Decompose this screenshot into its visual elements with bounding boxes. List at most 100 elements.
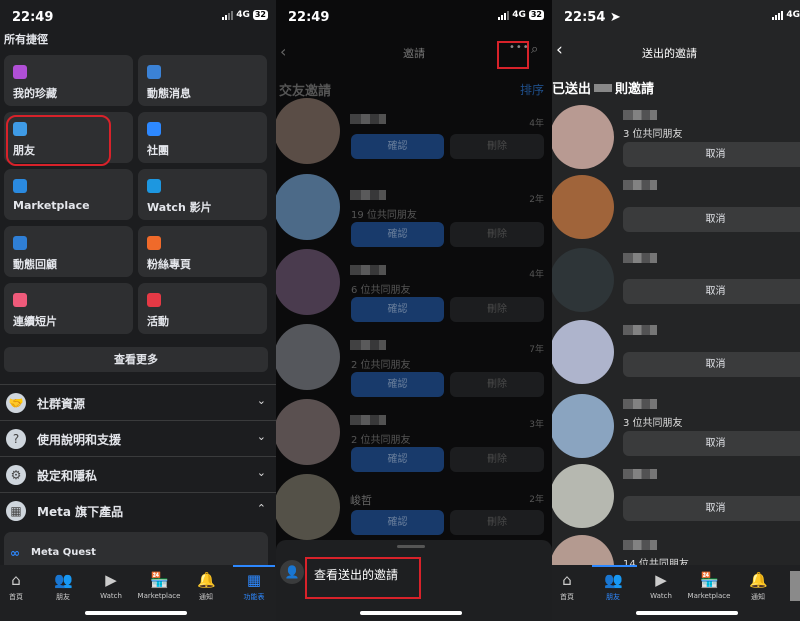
search-icon[interactable]: ⌕ bbox=[531, 42, 538, 57]
avatar[interactable] bbox=[552, 320, 614, 384]
avatar[interactable] bbox=[552, 175, 614, 239]
delete-button[interactable]: 刪除 bbox=[450, 372, 544, 397]
avatar[interactable] bbox=[276, 98, 340, 164]
tab-bell[interactable]: 🔔 通知 bbox=[735, 571, 781, 602]
shortcut-memories[interactable]: 動態回顧 bbox=[4, 226, 133, 277]
see-more-button[interactable]: 查看更多 bbox=[4, 347, 268, 372]
shortcut-label: 活動 bbox=[147, 315, 169, 328]
chevron-icon[interactable]: ⌄ bbox=[257, 466, 266, 479]
avatar[interactable] bbox=[276, 324, 340, 390]
redacted-name bbox=[623, 399, 657, 409]
tab-friends[interactable]: 👥 朋友 bbox=[590, 571, 636, 602]
bell-icon: 🔔 bbox=[749, 571, 768, 589]
tab-label: 朋友 bbox=[56, 593, 70, 601]
delete-button[interactable]: 刪除 bbox=[450, 222, 544, 247]
sent-count: 已送出 則邀請 bbox=[552, 78, 654, 97]
confirm-button[interactable]: 確認 bbox=[351, 134, 444, 159]
section-2[interactable]: ⚙ 設定和隱私 ⌄ bbox=[0, 456, 276, 492]
chevron-icon[interactable]: ⌃ bbox=[257, 502, 266, 515]
shortcut-groups[interactable]: 社團 bbox=[138, 112, 267, 163]
cancel-request-button[interactable]: 取消 bbox=[623, 279, 800, 304]
avatar[interactable] bbox=[276, 249, 340, 315]
chevron-icon[interactable]: ⌄ bbox=[257, 394, 266, 407]
avatar[interactable] bbox=[276, 399, 340, 465]
signal-icon bbox=[498, 10, 510, 20]
section-1[interactable]: ? 使用說明和支援 ⌄ bbox=[0, 420, 276, 456]
header-title: 送出的邀請 bbox=[642, 47, 697, 60]
home-icon: ⌂ bbox=[562, 571, 572, 589]
tab-friends[interactable]: 👥 朋友 bbox=[40, 571, 86, 602]
redacted-name bbox=[350, 340, 386, 350]
add-friend-icon: 👤 bbox=[280, 560, 304, 584]
tab-label: 功能表 bbox=[243, 593, 265, 601]
help-icon: ? bbox=[6, 429, 26, 449]
marketplace-icon: 🏪 bbox=[700, 571, 719, 589]
tab-home[interactable]: ⌂ 首頁 bbox=[552, 571, 590, 602]
avatar[interactable] bbox=[552, 394, 614, 458]
sort-link[interactable]: 排序 bbox=[520, 81, 544, 98]
feed-icon bbox=[147, 65, 161, 79]
delete-button[interactable]: 刪除 bbox=[450, 134, 544, 159]
redacted-name bbox=[623, 469, 657, 479]
avatar[interactable] bbox=[552, 105, 614, 169]
delete-button[interactable]: 刪除 bbox=[450, 447, 544, 472]
redacted-name bbox=[350, 415, 386, 425]
avatar[interactable] bbox=[276, 474, 340, 540]
mutual-friends: 2 位共同朋友 bbox=[351, 435, 411, 446]
tab-bell[interactable]: 🔔 通知 bbox=[183, 571, 229, 602]
section-0[interactable]: 🤝 社群資源 ⌄ bbox=[0, 384, 276, 420]
profile-avatar-icon[interactable] bbox=[790, 571, 800, 601]
shortcut-marketplace[interactable]: Marketplace bbox=[4, 169, 133, 220]
menu-screen: 22:49 4G 32 所有捷徑 我的珍藏 動態消息 朋友 社團 Marketplace W… bbox=[0, 0, 276, 621]
meta-quest-label: Meta Quest bbox=[31, 547, 96, 558]
confirm-button[interactable]: 確認 bbox=[351, 372, 444, 397]
redacted-name bbox=[623, 325, 657, 335]
tab-marketplace[interactable]: 🏪 Marketplace bbox=[136, 571, 182, 600]
shortcut-feed[interactable]: 動態消息 bbox=[138, 55, 267, 106]
request-age: 4年 bbox=[529, 270, 544, 280]
cancel-request-button[interactable]: 取消 bbox=[623, 207, 800, 232]
request-name[interactable]: 峻哲 bbox=[350, 492, 372, 508]
avatar[interactable] bbox=[552, 464, 614, 528]
avatar[interactable] bbox=[276, 174, 340, 240]
request-age: 2年 bbox=[529, 495, 544, 505]
cancel-request-button[interactable]: 取消 bbox=[623, 352, 800, 377]
confirm-button[interactable]: 確認 bbox=[351, 222, 444, 247]
shortcut-calendar[interactable]: 活動 bbox=[138, 283, 267, 334]
tab-home[interactable]: ⌂ 首頁 bbox=[0, 571, 39, 602]
confirm-button[interactable]: 確認 bbox=[351, 297, 444, 322]
cancel-request-button[interactable]: 取消 bbox=[623, 496, 800, 521]
watch-icon bbox=[147, 179, 161, 193]
mutual-friends: 2 位共同朋友 bbox=[351, 360, 411, 371]
friends-icon: 👥 bbox=[54, 571, 73, 589]
confirm-button[interactable]: 確認 bbox=[351, 447, 444, 472]
shortcut-label: 連續短片 bbox=[13, 315, 57, 328]
shortcut-watch[interactable]: Watch 影片 bbox=[138, 169, 267, 220]
tab-profile-avatar[interactable]: ▦ 功能表 bbox=[231, 571, 276, 602]
status-bar: 22:54 ➤ 4G bbox=[562, 10, 800, 26]
request-age: 2年 bbox=[529, 195, 544, 205]
handshake-icon: 🤝 bbox=[6, 393, 26, 413]
redacted-name bbox=[623, 540, 657, 550]
confirm-button[interactable]: 確認 bbox=[351, 510, 444, 535]
section-3[interactable]: ▦ Meta 旗下產品 ⌃ bbox=[0, 492, 276, 528]
delete-button[interactable]: 刪除 bbox=[450, 297, 544, 322]
delete-button[interactable]: 刪除 bbox=[450, 510, 544, 535]
tab-label: 首頁 bbox=[9, 593, 23, 601]
shortcut-flag[interactable]: 粉絲專頁 bbox=[138, 226, 267, 277]
avatar[interactable] bbox=[552, 248, 614, 312]
status-time: 22:49 bbox=[288, 10, 330, 25]
shortcut-bookmark[interactable]: 我的珍藏 bbox=[4, 55, 133, 106]
watch-icon: ▶ bbox=[105, 571, 117, 589]
tab-marketplace[interactable]: 🏪 Marketplace bbox=[686, 571, 732, 600]
tab-watch[interactable]: ▶ Watch bbox=[638, 571, 684, 600]
back-icon[interactable]: ‹ bbox=[556, 40, 563, 60]
tab-watch[interactable]: ▶ Watch bbox=[88, 571, 134, 600]
cancel-request-button[interactable]: 取消 bbox=[623, 431, 800, 456]
chevron-icon[interactable]: ⌄ bbox=[257, 430, 266, 443]
cancel-request-button[interactable]: 取消 bbox=[623, 142, 800, 167]
shortcut-label: 社團 bbox=[147, 144, 169, 157]
shortcut-reels[interactable]: 連續短片 bbox=[4, 283, 133, 334]
sheet-handle[interactable] bbox=[397, 545, 425, 548]
shortcut-label: 動態回顧 bbox=[13, 258, 57, 271]
